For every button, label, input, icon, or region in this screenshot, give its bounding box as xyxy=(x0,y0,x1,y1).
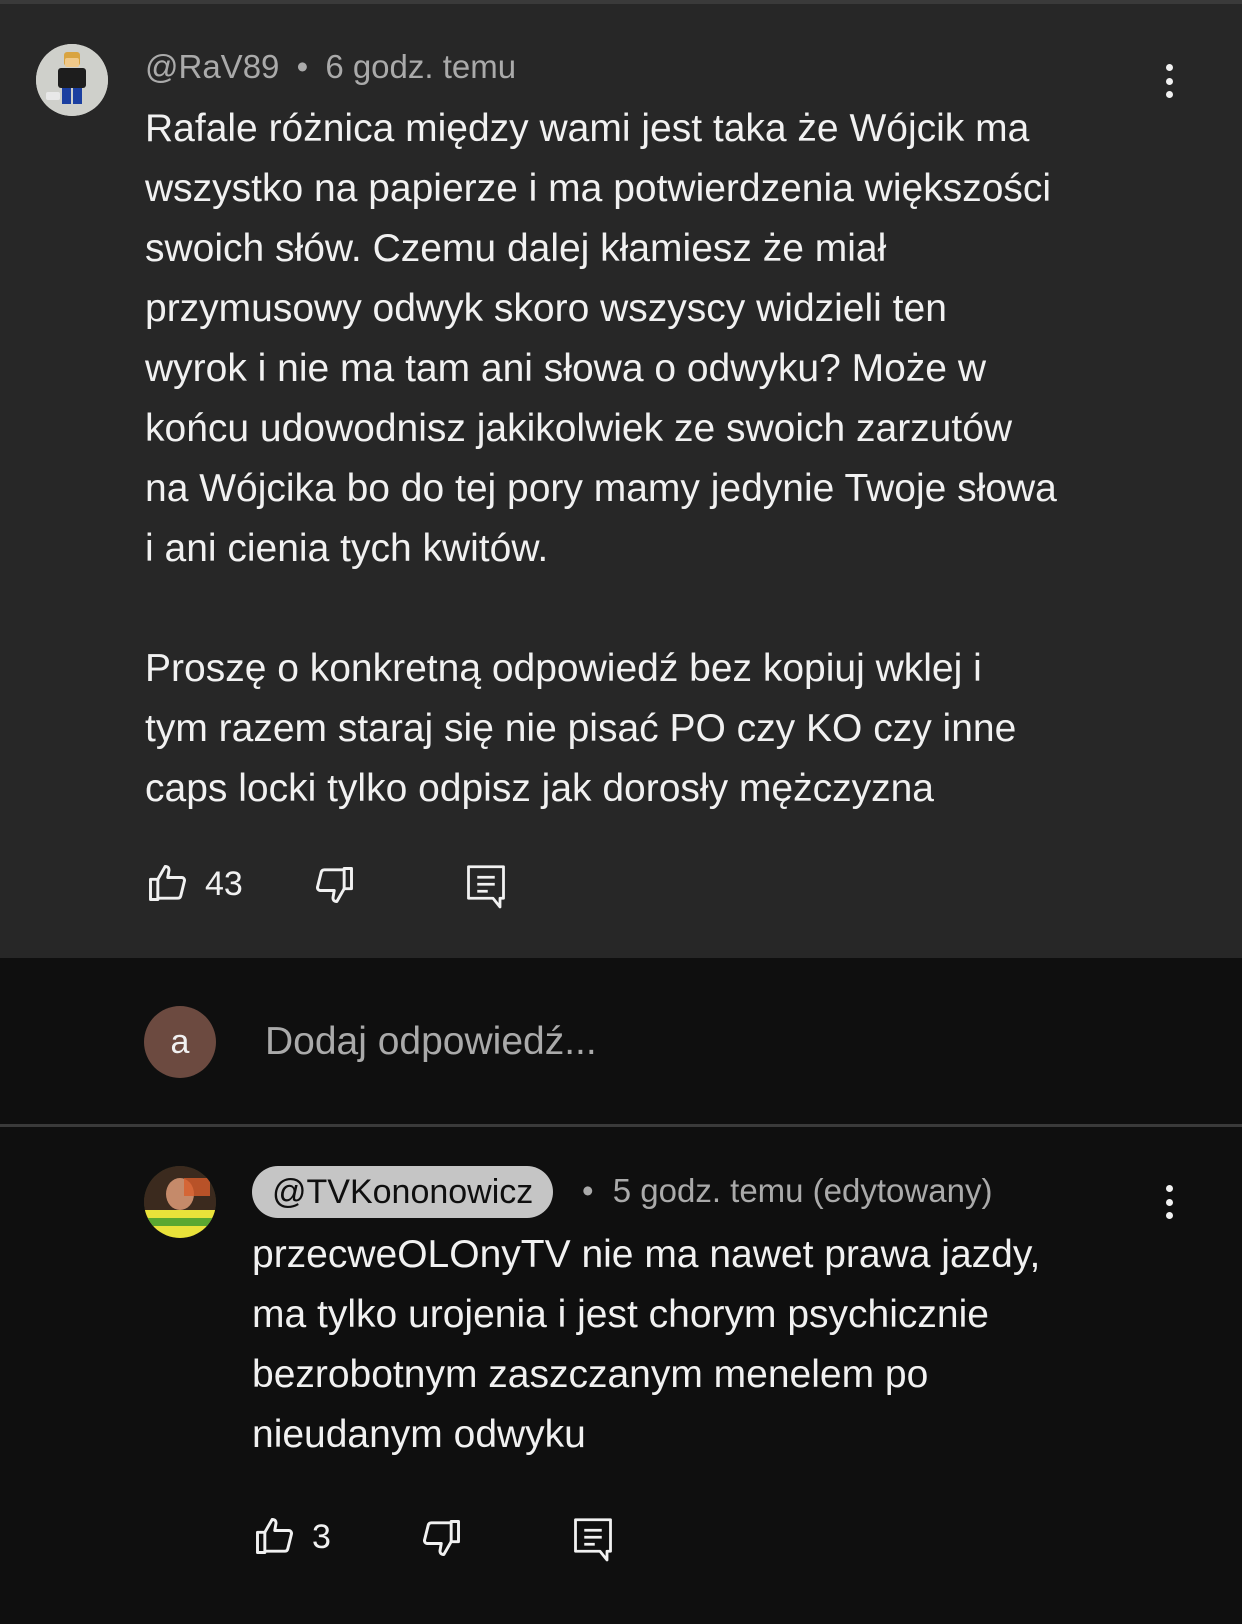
user-avatar[interactable]: a xyxy=(144,1006,216,1078)
thumbs-up-icon[interactable] xyxy=(252,1514,296,1563)
thumbs-up-icon[interactable] xyxy=(145,861,189,910)
reply-input[interactable]: Dodaj odpowiedź... xyxy=(265,1020,597,1064)
more-vertical-icon[interactable] xyxy=(1154,58,1184,104)
meta-separator: • xyxy=(296,48,309,85)
thumbs-down-icon[interactable] xyxy=(313,863,357,912)
more-vertical-icon[interactable] xyxy=(1154,1179,1184,1225)
reply-text: przecweOLOnyTV nie ma nawet prawa jazdy,… xyxy=(252,1233,1041,1456)
reply-time: 5 godz. temu (edytowany) xyxy=(612,1172,993,1209)
reply-input-row: a Dodaj odpowiedź... xyxy=(0,958,1242,1124)
comment-time: 6 godz. temu xyxy=(325,48,517,85)
reply-comment-icon[interactable] xyxy=(572,1516,614,1567)
comment-card: @RaV89 • 6 godz. temu Rafale różnica mię… xyxy=(0,4,1242,958)
like-count: 3 xyxy=(312,1518,331,1556)
comment-author[interactable]: @RaV89 xyxy=(145,48,279,85)
like-count: 43 xyxy=(205,865,243,903)
thumbs-down-icon[interactable] xyxy=(420,1516,464,1565)
reply-meta: • 5 godz. temu (edytowany) xyxy=(582,1172,992,1210)
meta-separator: • xyxy=(582,1172,594,1209)
reply-author-badge[interactable]: @TVKononowicz xyxy=(252,1166,554,1218)
comment-text: Rafale różnica między wami jest taka że … xyxy=(145,107,1057,810)
reply-actions: 3 xyxy=(252,1514,672,1564)
section-divider xyxy=(0,1124,1242,1127)
comment-meta: @RaV89 • 6 godz. temu xyxy=(145,48,516,86)
reply-author-avatar[interactable] xyxy=(144,1166,216,1238)
reply-comment-icon[interactable] xyxy=(465,863,507,914)
comment-actions: 43 xyxy=(145,861,565,911)
author-avatar[interactable] xyxy=(36,44,108,116)
